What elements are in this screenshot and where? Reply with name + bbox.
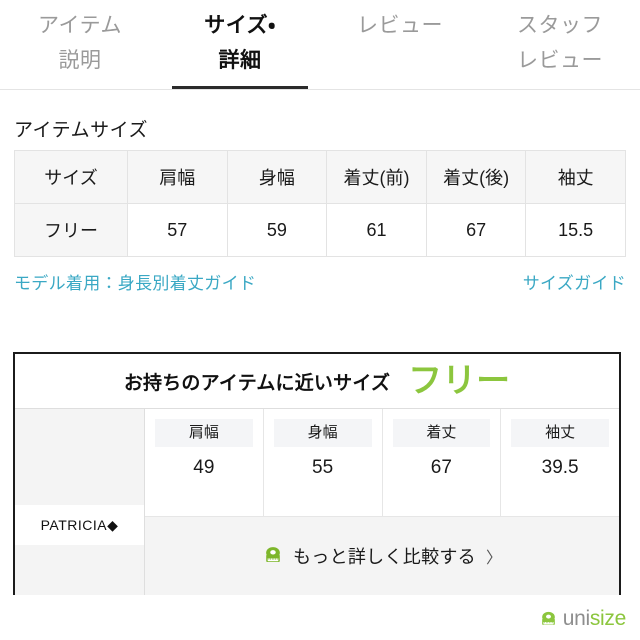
- measuring-tape-icon: [266, 547, 280, 563]
- unisize-panel-body: PATRICIA◆ 肩幅 49 身幅 55 着丈 67 袖丈 39.5 もっと詳…: [15, 409, 619, 595]
- table-header-row: サイズ 肩幅 身幅 着丈(前) 着丈(後) 袖丈: [14, 150, 626, 204]
- measurement-column: 肩幅 49 身幅 55 着丈 67 袖丈 39.5 もっと詳しく比較する 〉: [145, 409, 619, 595]
- measurement-label: 身幅: [273, 419, 372, 447]
- measurement-cell-chest: 身幅 55: [264, 409, 383, 516]
- matched-size-value: フリー: [408, 362, 511, 400]
- cell-size-name: フリー: [14, 203, 128, 257]
- unisize-panel-header: お持ちのアイテムに近いサイズ フリー: [15, 354, 619, 409]
- unisize-comparison-panel: お持ちのアイテムに近いサイズ フリー PATRICIA◆ 肩幅 49 身幅 55…: [13, 352, 621, 595]
- column-header-sleeve: 袖丈: [525, 150, 626, 204]
- logo-text-uni: uni: [562, 607, 590, 630]
- cell-length-front: 61: [326, 203, 427, 257]
- measurement-cell-shoulder: 肩幅 49: [145, 409, 264, 516]
- tab-label-line1: レビュー: [357, 14, 443, 37]
- logo-text-size: size: [589, 607, 626, 630]
- tab-label-line2: レビュー: [517, 49, 603, 72]
- table-row: フリー 57 59 61 67 15.5: [14, 203, 626, 257]
- model-wearing-guide-link[interactable]: モデル着用：身長別着丈ガイド: [14, 269, 256, 294]
- measurement-cell-sleeve: 袖丈 39.5: [501, 409, 619, 516]
- brand-column: PATRICIA◆: [15, 409, 145, 595]
- measurement-label: 肩幅: [155, 419, 253, 447]
- measurement-value: 39.5: [541, 457, 579, 478]
- column-header-shoulder: 肩幅: [127, 150, 228, 204]
- compare-in-detail-button[interactable]: もっと詳しく比較する 〉: [145, 517, 619, 595]
- measurement-grid: 肩幅 49 身幅 55 着丈 67 袖丈 39.5: [145, 409, 619, 517]
- column-header-size: サイズ: [14, 150, 128, 204]
- item-size-heading: アイテムサイズ: [14, 120, 149, 141]
- compare-label: もっと詳しく比較する: [292, 547, 476, 567]
- measurement-cell-length: 着丈 67: [383, 409, 502, 516]
- tab-label-line1: サイズ・: [204, 14, 276, 37]
- guide-links-row: モデル着用：身長別着丈ガイド サイズガイド: [14, 269, 626, 294]
- item-size-table: サイズ 肩幅 身幅 着丈(前) 着丈(後) 袖丈 フリー 57 59 61 67…: [14, 150, 626, 257]
- brand-label: PATRICIA◆: [15, 505, 144, 545]
- measurement-value: 55: [312, 457, 334, 478]
- tab-size-details[interactable]: サイズ・ 詳細: [160, 0, 320, 89]
- cell-sleeve: 15.5: [525, 203, 626, 257]
- closest-size-label: お持ちのアイテムに近いサイズ: [123, 372, 391, 394]
- measurement-value: 67: [430, 457, 452, 478]
- unisize-tape-icon: [541, 611, 555, 625]
- measurement-label: 着丈: [392, 419, 491, 447]
- active-tab-underline: [172, 86, 308, 89]
- measurement-label: 袖丈: [511, 419, 609, 447]
- unisize-logo: uni size: [539, 607, 626, 631]
- column-header-length-back: 着丈(後): [425, 150, 527, 204]
- tab-label-line2: 説明: [58, 49, 102, 72]
- tab-reviews[interactable]: レビュー: [320, 0, 480, 89]
- tab-label-line1: スタッフ: [517, 14, 603, 37]
- chevron-right-icon: 〉: [485, 550, 502, 567]
- tab-label-line2: 詳細: [218, 49, 262, 72]
- cell-length-back: 67: [425, 203, 527, 257]
- measurement-value: 49: [193, 457, 215, 478]
- tab-bar: アイテム 説明 サイズ・ 詳細 レビュー スタッフ レビュー: [0, 0, 640, 90]
- tab-label-line1: アイテム: [38, 14, 122, 37]
- tab-item-description[interactable]: アイテム 説明: [0, 0, 160, 89]
- column-header-chest: 身幅: [226, 150, 328, 204]
- column-header-length-front: 着丈(前): [326, 150, 427, 204]
- cell-chest: 59: [226, 203, 328, 257]
- tab-staff-reviews[interactable]: スタッフ レビュー: [480, 0, 640, 89]
- size-guide-link[interactable]: サイズガイド: [523, 269, 626, 294]
- cell-shoulder: 57: [127, 203, 228, 257]
